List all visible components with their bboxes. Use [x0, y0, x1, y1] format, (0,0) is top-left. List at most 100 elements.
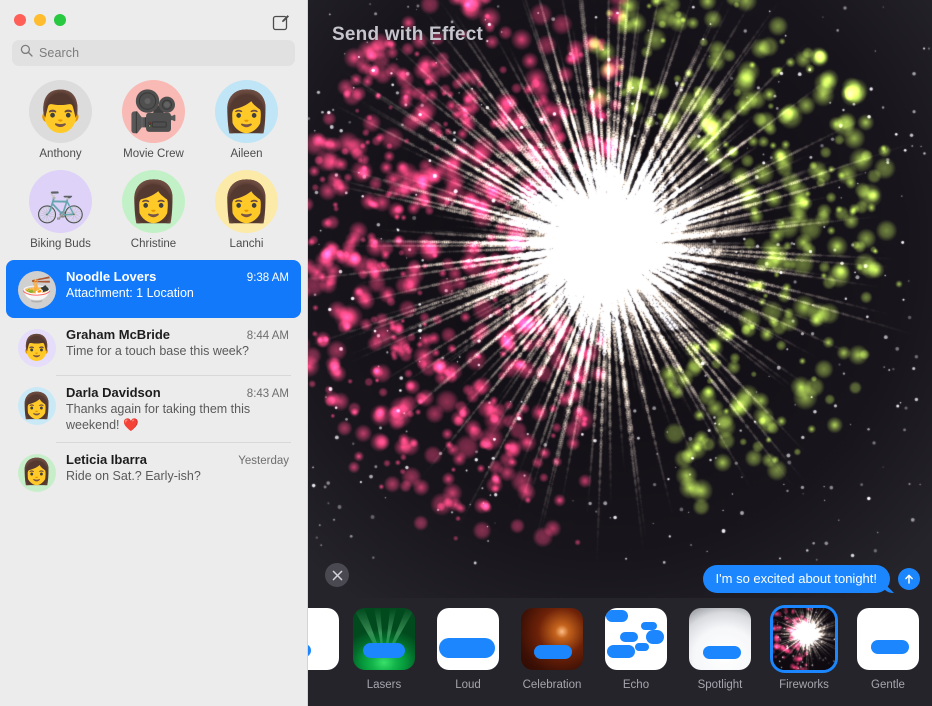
- pinned-item-movie-crew[interactable]: 🎥 Movie Crew: [107, 80, 200, 160]
- conversation-name: Darla Davidson: [66, 385, 161, 400]
- effect-thumbnail: [773, 608, 835, 670]
- conversation-timestamp: 9:38 AM: [246, 272, 289, 284]
- pinned-conversations-grid: 👨 Anthony 🎥 Movie Crew 👩 Aileen 🚲 Biking…: [0, 80, 307, 250]
- thumb-bubble: [363, 643, 405, 658]
- effect-thumbnail: [521, 608, 583, 670]
- conversation-header: Darla Davidson 8:43 AM: [66, 385, 289, 400]
- conversation-timestamp: 8:43 AM: [246, 388, 289, 400]
- avatar: 🍜: [18, 271, 56, 309]
- sidebar: Search 👨 Anthony 🎥 Movie Crew 👩 Aileen 🚲…: [0, 0, 308, 706]
- conversation-list: 🍜 Noodle Lovers 9:38 AM Attachment: 1 Lo…: [0, 260, 307, 501]
- pinned-item-label: Biking Buds: [30, 238, 91, 250]
- pinned-item-lanchi[interactable]: 👩 Lanchi: [200, 170, 293, 250]
- conversation-preview: Attachment: 1 Location: [66, 286, 194, 300]
- thumb-bubble: [607, 645, 635, 658]
- search-container: Search: [0, 40, 307, 66]
- effect-thumb-wrap: [602, 605, 670, 673]
- avatar: 🎥: [122, 80, 185, 143]
- pinned-item-label: Lanchi: [229, 238, 264, 250]
- effect-option-slam[interactable]: Slam: [308, 605, 342, 691]
- conversation-text: Graham McBride 8:44 AM Time for a touch …: [66, 327, 289, 367]
- fireworks-thumbnail-canvas: [773, 608, 835, 670]
- conversation-row-graham-mcbride[interactable]: 👨 Graham McBride 8:44 AM Time for a touc…: [6, 318, 301, 376]
- effect-label: Loud: [455, 679, 481, 691]
- effect-label: Echo: [622, 679, 650, 691]
- message-preview-row: I'm so excited about tonight!: [702, 565, 920, 593]
- avatar: 👩: [18, 453, 56, 492]
- thumb-bubble: [635, 643, 649, 651]
- pinned-item-label: Aileen: [230, 148, 263, 160]
- avatar: 👩: [215, 80, 278, 143]
- conversation-timestamp: 8:44 AM: [246, 330, 289, 342]
- effect-label: Spotlight: [697, 679, 743, 691]
- effect-option-lasers[interactable]: Lasers: [342, 605, 426, 691]
- effect-thumb-wrap: [308, 605, 342, 673]
- traffic-light-group: [14, 14, 66, 26]
- pinned-item-biking-buds[interactable]: 🚲 Biking Buds: [14, 170, 107, 250]
- conversation-name: Leticia Ibarra: [66, 451, 147, 467]
- conversation-header: Leticia Ibarra Yesterday: [66, 452, 289, 467]
- thumb-bubble: [646, 630, 664, 644]
- effect-thumb-wrap: [854, 605, 922, 673]
- effect-option-gentle[interactable]: Gentle: [846, 605, 930, 691]
- avatar: 👩: [18, 387, 56, 425]
- search-icon: [20, 44, 33, 62]
- pinned-item-label: Anthony: [39, 148, 82, 160]
- zoom-window-button[interactable]: [54, 14, 66, 26]
- thumb-bubble: [641, 622, 657, 630]
- conversation-row-noodle-lovers[interactable]: 🍜 Noodle Lovers 9:38 AM Attachment: 1 Lo…: [6, 260, 301, 318]
- thumb-bubble: [606, 610, 628, 622]
- effect-thumb-wrap: [434, 605, 502, 673]
- thumb-bubble: [620, 632, 638, 642]
- thumb-bubble: [439, 638, 495, 658]
- effect-option-loud[interactable]: Loud: [426, 605, 510, 691]
- pinned-item-anthony[interactable]: 👨 Anthony: [14, 80, 107, 160]
- effect-thumbnail: [308, 608, 339, 670]
- effects-picker-strip: Slam Lasers Loud: [308, 598, 932, 706]
- effect-thumb-wrap: [350, 605, 418, 673]
- compose-new-message-icon[interactable]: [271, 12, 291, 32]
- message-bubble: I'm so excited about tonight!: [702, 565, 890, 593]
- close-window-button[interactable]: [14, 14, 26, 26]
- conversation-row-darla-davidson[interactable]: 👩 Darla Davidson 8:43 AM Thanks again fo…: [6, 376, 301, 443]
- thumb-bubble: [703, 646, 741, 659]
- conversation-row-leticia-ibarra[interactable]: 👩 Leticia Ibarra Yesterday Ride on Sat.?…: [6, 443, 301, 501]
- effect-preview-panel: Send with Effect I'm so excited about to…: [308, 0, 932, 706]
- send-message-button[interactable]: [898, 568, 920, 590]
- conversation-header: Graham McBride 8:44 AM: [66, 327, 289, 342]
- avatar: 👨: [18, 329, 56, 367]
- effect-thumbnail: [437, 608, 499, 670]
- effect-option-fireworks[interactable]: Fireworks: [762, 605, 846, 691]
- conversation-preview: Ride on Sat.? Early-ish?: [66, 468, 201, 483]
- effect-thumbnail: [689, 608, 751, 670]
- effect-thumb-wrap: [770, 605, 838, 673]
- conversation-name: Noodle Lovers: [66, 269, 157, 284]
- pinned-item-christine[interactable]: 👩 Christine: [107, 170, 200, 250]
- conversation-text: Darla Davidson 8:43 AM Thanks again for …: [66, 385, 289, 434]
- pinned-item-aileen[interactable]: 👩 Aileen: [200, 80, 293, 160]
- search-input[interactable]: Search: [12, 40, 295, 66]
- cancel-effect-button[interactable]: [325, 563, 349, 587]
- messages-window: Search 👨 Anthony 🎥 Movie Crew 👩 Aileen 🚲…: [0, 0, 932, 706]
- conversation-timestamp: Yesterday: [238, 454, 289, 467]
- effect-label: Fireworks: [779, 679, 829, 691]
- effect-thumbnail: [857, 608, 919, 670]
- effect-thumb-wrap: [686, 605, 754, 673]
- pinned-item-label: Christine: [130, 238, 177, 250]
- conversation-text: Noodle Lovers 9:38 AM Attachment: 1 Loca…: [66, 269, 289, 309]
- effect-label: Celebration: [522, 679, 582, 691]
- effect-thumbnail: [353, 608, 415, 670]
- conversation-name: Graham McBride: [66, 327, 171, 342]
- effect-thumbnail: [605, 608, 667, 670]
- effect-option-echo[interactable]: Echo: [594, 605, 678, 691]
- thumb-bubble: [308, 644, 311, 657]
- search-placeholder-text: Search: [39, 46, 80, 60]
- minimize-window-button[interactable]: [34, 14, 46, 26]
- effect-option-celebration[interactable]: Celebration: [510, 605, 594, 691]
- thumb-bubble: [871, 640, 909, 654]
- effect-option-spotlight[interactable]: Spotlight: [678, 605, 762, 691]
- avatar: 👩: [122, 170, 185, 233]
- effect-label: Lasers: [366, 679, 402, 691]
- avatar: 👨: [29, 80, 92, 143]
- avatar: 🚲: [29, 170, 92, 233]
